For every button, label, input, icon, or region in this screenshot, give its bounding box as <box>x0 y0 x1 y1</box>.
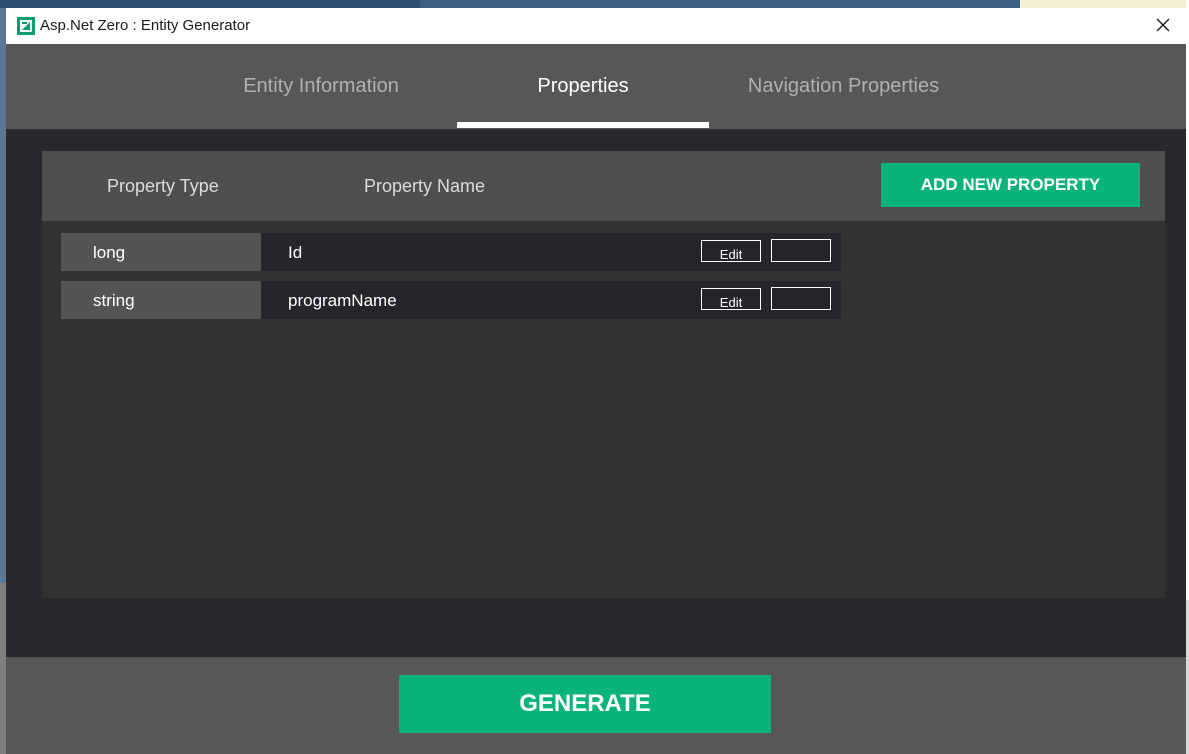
edit-button-label: Edit <box>719 247 743 262</box>
window-title: Asp.Net Zero : Entity Generator <box>40 17 251 34</box>
entity-generator-window: Asp.Net Zero : Entity Generator Entity I… <box>6 8 1186 754</box>
edit-property-button[interactable]: Edit <box>701 288 761 310</box>
tab-entity-information[interactable]: Entity Information <box>206 44 436 129</box>
close-icon <box>1156 17 1170 36</box>
app-logo-icon <box>17 17 35 35</box>
property-name-cell: programName <box>288 291 397 310</box>
desktop-background-top <box>0 0 1189 8</box>
column-header-property-type: Property Type <box>107 176 219 196</box>
delete-property-button[interactable] <box>771 287 831 310</box>
column-header-property-name: Property Name <box>364 176 486 196</box>
properties-header: Property Type Property Name ADD NEW PROP… <box>42 151 1165 221</box>
property-row: long Id Edit <box>61 233 841 271</box>
tab-navigation-properties[interactable]: Navigation Properties <box>726 44 961 129</box>
edit-property-button[interactable]: Edit <box>701 240 761 262</box>
property-type-cell: string <box>61 281 261 319</box>
edit-button-label: Edit <box>719 295 743 310</box>
properties-panel: Property Type Property Name ADD NEW PROP… <box>42 151 1165 598</box>
add-new-property-button[interactable]: ADD NEW PROPERTY <box>881 163 1140 207</box>
property-row: string programName Edit <box>61 281 841 319</box>
generate-button[interactable]: GENERATE <box>399 675 771 733</box>
active-tab-indicator <box>457 122 709 128</box>
delete-property-button[interactable] <box>771 239 831 262</box>
property-type-cell: long <box>61 233 261 271</box>
property-name-cell: Id <box>288 243 303 262</box>
tab-properties[interactable]: Properties <box>457 44 709 129</box>
close-button[interactable] <box>1140 8 1186 44</box>
title-bar: Asp.Net Zero : Entity Generator <box>6 8 1186 44</box>
tab-bar: Entity Information Properties Navigation… <box>6 44 1186 129</box>
footer-bar: GENERATE <box>6 657 1186 754</box>
